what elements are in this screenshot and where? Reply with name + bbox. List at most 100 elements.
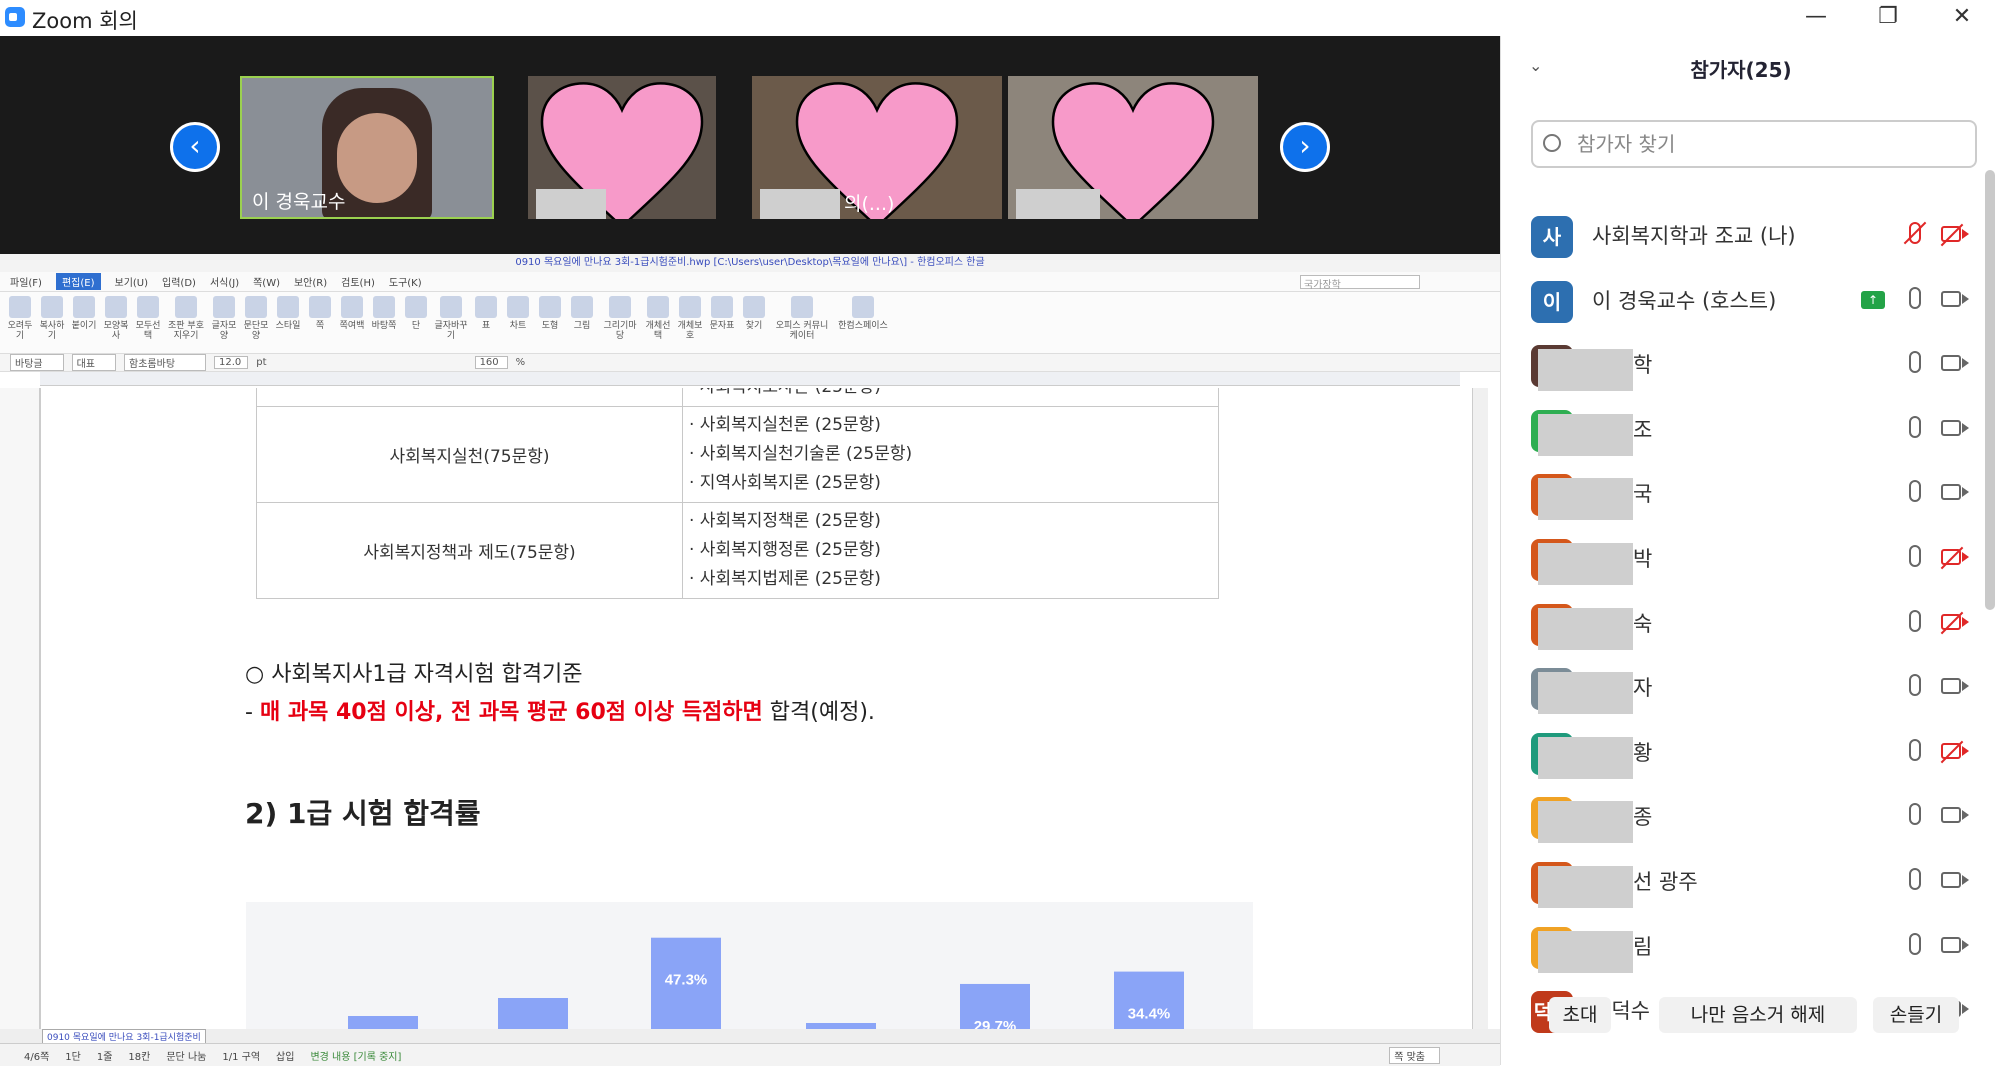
tool-margin[interactable]: 쪽여백 [338,296,366,331]
avatar: 이 [1531,280,1573,323]
menu-view[interactable]: 보기(U) [115,274,149,289]
mic-icon[interactable] [1909,415,1921,438]
participant-row[interactable]: 박 [1501,527,1991,591]
menu-format[interactable]: 서식(J) [210,274,239,289]
tool-clear-codes[interactable]: 조판 부호 지우기 [166,296,206,341]
status-zoom-select[interactable]: 쪽 맞춤 [1389,1046,1440,1064]
chart-bar [498,998,568,1029]
participant-row[interactable]: 이 이 경욱교수 (호스트) ↑ [1501,269,1991,333]
zoom-input[interactable]: 160 [474,356,508,369]
tool-format-copy[interactable]: 모양복사 [102,296,130,341]
gallery-prev-button[interactable]: ‹ [170,122,220,172]
mic-icon[interactable] [1909,738,1921,761]
restore-button[interactable]: ❐ [1868,4,1908,30]
video-icon[interactable] [1941,484,1969,501]
video-icon[interactable] [1941,419,1969,436]
video-tile-4[interactable] [1008,76,1258,219]
document-search-input[interactable]: 국가장학 [1300,274,1420,291]
participant-name: 박 [1633,547,1653,571]
participant-row[interactable]: 림 [1501,915,1991,979]
document-tab[interactable]: 0910 목요일에 만나요 3회-1급시험준비 [42,1029,206,1044]
style-select[interactable]: 바탕글 [10,354,64,371]
participant-row[interactable]: 학 [1501,333,1991,397]
mic-icon[interactable] [1909,545,1921,567]
tool-find[interactable]: 찾기 [740,296,768,331]
video-tile-2[interactable] [528,76,716,219]
font-select[interactable]: 함초롬바탕 [124,354,207,371]
participant-row[interactable]: 조 [1501,398,1991,462]
gallery-next-button[interactable]: › [1280,122,1330,172]
tool-replace[interactable]: 글자바꾸기 [434,296,468,341]
tool-chart[interactable]: 차트 [504,296,532,331]
blurred-name [760,189,840,219]
mic-icon[interactable] [1909,609,1921,632]
font-lang-select[interactable]: 대표 [71,354,117,371]
document-page[interactable]: · 사회복지조사론 (25문항) 사회복지실천(75문항) · 사회복지실천론 … [40,388,1460,1029]
tool-select-all[interactable]: 모두선택 [134,296,162,341]
tool-cut[interactable]: 오려두기 [6,296,34,341]
menu-security[interactable]: 보안(R) [294,274,327,289]
menu-tools[interactable]: 도구(K) [389,274,422,289]
mic-icon[interactable] [1909,868,1921,890]
video-icon[interactable] [1941,678,1969,695]
tool-columns[interactable]: 단 [402,296,430,331]
table-row: 사회복지정책과 제도(75문항) · 사회복지정책론 (25문항) · 사회복지… [256,502,1219,599]
tool-char-shape[interactable]: 글자모양 [210,296,238,341]
unmute-me-button[interactable]: 나만 음소거 해제 [1659,997,1857,1033]
close-button[interactable]: ✕ [1942,4,1982,30]
font-size-input[interactable]: 12.0 [214,356,249,369]
video-icon[interactable] [1941,872,1969,888]
status-track-changes[interactable]: 변경 내용 [기록 중지] [310,1048,401,1063]
video-tile-3[interactable]: 의(...) [752,76,1002,219]
tool-shape[interactable]: 도형 [536,296,564,331]
raise-hand-button[interactable]: 손들기 [1873,997,1959,1033]
participant-row[interactable]: 선 광주 [1501,850,1991,914]
menu-edit[interactable]: 편집(E) [55,273,101,290]
tool-paste[interactable]: 붙이기 [70,296,98,331]
mic-icon[interactable] [1909,674,1921,697]
tool-table[interactable]: 표 [472,296,500,331]
tool-drawing[interactable]: 그리기마당 [600,296,640,341]
menu-file[interactable]: 파일(F) [10,274,42,289]
section-title: 2) 1급 시험 합격률 [245,797,481,830]
participant-name: 종 [1633,805,1653,830]
video-tile-host[interactable]: 이 경욱교수 [240,76,494,219]
tool-page[interactable]: 쪽 [306,296,334,331]
tool-copy[interactable]: 복사하기 [38,296,66,341]
video-icon[interactable] [1941,807,1969,824]
tool-picture[interactable]: 그림 [568,296,596,331]
menu-insert[interactable]: 입력(D) [162,274,196,289]
invite-button[interactable]: 초대 [1549,997,1611,1033]
participant-row[interactable]: 자 [1501,656,1991,720]
participant-row[interactable]: 국 [1501,462,1991,526]
participant-row[interactable]: 숙 [1501,592,1991,656]
menu-page[interactable]: 쪽(W) [253,274,280,289]
mic-icon[interactable] [1909,932,1921,955]
tool-style[interactable]: 스타일 [274,296,302,331]
mic-icon[interactable] [1909,351,1921,374]
video-icon[interactable] [1941,936,1969,953]
blurred-name [1538,413,1633,456]
video-icon[interactable] [1941,290,1969,307]
tool-symbols[interactable]: 문자표 [708,296,736,331]
mic-icon[interactable] [1909,286,1921,309]
minimize-button[interactable]: — [1796,4,1836,30]
participant-row[interactable]: 사 사회복지학과 조교 (나) [1501,204,1991,268]
participant-search-input[interactable]: 참가자 찾기 [1531,120,1977,168]
tool-hancom-space[interactable]: 한컴스페이스 [836,296,890,331]
document-scrollbar[interactable] [1472,388,1488,1029]
tool-para-shape[interactable]: 문단모양 [242,296,270,341]
tool-protect-object[interactable]: 개체보호 [676,296,704,341]
video-icon[interactable] [1941,355,1969,372]
mic-icon[interactable] [1909,803,1921,826]
participant-row[interactable]: 종 [1501,785,1991,849]
panel-scrollbar[interactable] [1985,170,1995,610]
participant-row[interactable]: 황 [1501,721,1991,785]
tool-select-object[interactable]: 개체선택 [644,296,672,341]
tool-master-page[interactable]: 바탕쪽 [370,296,398,331]
mic-icon[interactable] [1909,480,1921,503]
video-tile-name: 이 경욱교수 [252,191,346,213]
menu-review[interactable]: 검토(H) [341,274,375,289]
tool-communicator[interactable]: 오피스 커뮤니케이터 [772,296,832,341]
vertical-ruler [0,388,40,1029]
